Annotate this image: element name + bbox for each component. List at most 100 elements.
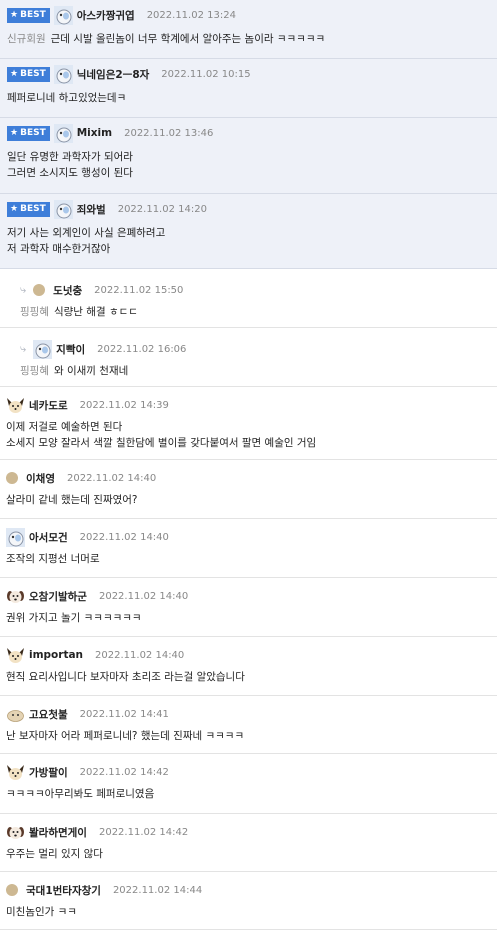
comment-header: ★ BEST 아스카짱귀엽 2022.11.02 13:24 [7,5,489,25]
comment-nickname[interactable]: 가방팔이 [29,765,68,780]
reply-mention[interactable]: 핑핑혜 [20,365,49,377]
comment-line: 조작의 지평선 너머로 [6,551,489,567]
comment-body: 조작의 지평선 너머로 [6,551,489,567]
comment-header: 오참기발하군 2022.11.02 14:40 [6,586,489,606]
comment-text: 일단 유명한 과학자가 되어라 [7,151,133,163]
comment-date: 2022.11.02 14:40 [95,649,185,661]
comment: 국대1번타자창기 2022.11.02 14:44 미친놈인가 ㅋㅋ [0,872,497,930]
comment-nickname[interactable]: importan [29,649,83,661]
comment-nickname[interactable]: 이채영 [26,471,55,486]
comment-text: 현직 요리사입니다 보자마자 초리조 라는걸 알았습니다 [6,671,245,683]
comment-line: 핑핑혜 식량난 해결 ㅎㄷㄷ [20,304,489,320]
comment-header: ⤷ 지빡이 2022.11.02 16:06 [20,339,489,359]
comment-line: 난 보자마자 어라 페퍼로니네? 했는데 진짜네 ㅋㅋㅋㅋ [6,728,489,744]
comment-line: 일단 유명한 과학자가 되어라 [7,149,489,165]
comment-date: 2022.11.02 13:46 [124,127,214,139]
reply-mention[interactable]: 신규회원 [7,33,46,45]
comment-line: 소세지 모양 잘라서 색깔 칠한담에 별이를 갖다붙여서 팔면 예술인 거임 [6,435,489,451]
comment-header: 아서모건 2022.11.02 14:40 [6,527,489,547]
best-badge: ★ BEST [7,125,50,141]
best-comment: ★ BEST Mixim 2022.11.02 13:46 일단 유명한 과학자가 되어… [0,118,497,194]
comment-header: 봘라하면게이 2022.11.02 14:42 [6,822,489,842]
puppy-icon [6,587,25,606]
reply-comment: ⤷ 도넛충 2022.11.02 15:50 핑핑혜 식량난 해결 ㅎㄷㄷ [0,269,497,328]
comment-nickname[interactable]: 국대1번타자창기 [26,883,101,898]
comment-line: 이제 저걸로 예술하면 된다 [6,419,489,435]
comment-date: 2022.11.02 14:41 [79,708,169,720]
comment-body: 페퍼로니네 하고있었는데ㅋ [7,90,489,106]
comment-text: 미친놈인가 ㅋㅋ [6,906,77,918]
comment-body: 난 보자마자 어라 페퍼로니네? 했는데 진짜네 ㅋㅋㅋㅋ [6,728,489,744]
comment-list: ★ BEST 아스카짱귀엽 2022.11.02 13:24 신규회원 근데 시발 올린놈… [0,0,497,930]
best-badge-label: BEST [20,128,46,138]
reply-mention[interactable]: 핑핑혜 [20,306,49,318]
comment-date: 2022.11.02 14:40 [66,472,157,484]
best-badge-label: BEST [20,10,46,20]
best-comment: ★ BEST 죄와벌 2022.11.02 14:20 저기 사는 외계인이 사실 은폐… [0,194,497,269]
comment-nickname[interactable]: 봘라하면게이 [29,825,87,840]
fox-icon [6,396,25,415]
comment-text: 이제 저걸로 예술하면 된다 [6,421,123,433]
best-comment: ★ BEST 아스카짱귀엽 2022.11.02 13:24 신규회원 근데 시발 올린놈… [0,0,497,59]
best-badge: ★ BEST [7,7,50,23]
comment-line: 그러면 소시지도 행성이 된다 [7,165,489,181]
dot-icon [33,284,46,296]
dot-icon [6,472,18,484]
comment-text: 살라미 같네 했는데 진짜였어? [6,494,138,506]
comment-line: 저 과학자 매수한거잖아 [7,241,489,257]
star-icon: ★ [10,69,19,79]
comment-header: ★ BEST 죄와벌 2022.11.02 14:20 [7,199,489,219]
mole-icon [53,199,73,219]
comment-body: 핑핑혜 식량난 해결 ㅎㄷㄷ [20,304,489,320]
best-badge: ★ BEST [7,201,50,217]
comment-header: ★ BEST Mixim 2022.11.02 13:46 [7,123,489,143]
comment-text: 조작의 지평선 너머로 [6,553,100,565]
comment-nickname[interactable]: 오참기발하군 [29,589,87,604]
reply-comment: ⤷ 지빡이 2022.11.02 16:06 핑핑혜 와 이새끼 천재네 [0,328,497,387]
fox-icon [6,763,25,782]
comment-header: ★ BEST 닉네임은2ㅡ8자 2022.11.02 10:15 [7,64,489,84]
comment-line: 저기 사는 외계인이 사실 은폐하려고 [7,225,489,241]
comment-date: 2022.11.02 14:42 [79,766,169,778]
comment-nickname[interactable]: 죄와벌 [77,202,106,217]
comment-nickname[interactable]: 닉네임은2ㅡ8자 [77,67,150,82]
reply-arrow-icon: ⤷ [20,342,27,355]
comment-nickname[interactable]: 네카도로 [29,398,68,413]
comment-nickname[interactable]: 지빡이 [56,342,85,357]
comment-line: 페퍼로니네 하고있었는데ㅋ [7,90,489,106]
comment-date: 2022.11.02 14:39 [79,399,169,411]
comment-header: 가방팔이 2022.11.02 14:42 [6,762,489,782]
comment-line: 현직 요리사입니다 보자마자 초리조 라는걸 알았습니다 [6,669,489,685]
comment-header: 네카도로 2022.11.02 14:39 [6,395,489,415]
comment: 오참기발하군 2022.11.02 14:40 권위 가지고 놀기 ㅋㅋㅋㅋㅋㅋ [0,578,497,637]
comment-nickname[interactable]: 아스카짱귀엽 [77,8,135,23]
comment-nickname[interactable]: 아서모건 [29,530,68,545]
comment-nickname[interactable]: Mixim [77,127,112,139]
best-badge-label: BEST [20,204,46,214]
comment-text: 소세지 모양 잘라서 색깔 칠한담에 별이를 갖다붙여서 팔면 예술인 거임 [6,437,317,449]
comment: 고요첫불 2022.11.02 14:41 난 보자마자 어라 페퍼로니네? 했는데… [0,696,497,754]
comment-date: 2022.11.02 10:15 [161,68,251,80]
comment-line: 우주는 멀리 있지 않다 [6,846,489,862]
comment-text: 와 이새끼 천재네 [53,365,129,377]
comment-date: 2022.11.02 14:40 [98,590,189,602]
comment-text: 권위 가지고 놀기 ㅋㅋㅋㅋㅋㅋ [6,612,142,624]
comment-text: 우주는 멀리 있지 않다 [6,848,103,860]
comment-nickname[interactable]: 고요첫불 [29,707,68,722]
comment-date: 2022.11.02 15:50 [94,284,184,296]
comment-date: 2022.11.02 13:24 [146,9,236,21]
blob-icon [6,705,25,724]
best-badge: ★ BEST [7,66,50,82]
comment-line: 신규회원 근데 시발 올린놈이 너무 학계에서 알아주는 놈이라 ㅋㅋㅋㅋㅋ [7,31,489,47]
comment-body: 살라미 같네 했는데 진짜였어? [6,492,489,508]
comment-text: 그러면 소시지도 행성이 된다 [7,167,133,179]
comment-body: 현직 요리사입니다 보자마자 초리조 라는걸 알았습니다 [6,669,489,685]
comment-nickname[interactable]: 도넛충 [53,283,82,298]
comment-body: ㅋㅋㅋㅋ아무리봐도 페퍼로니였음 [6,786,489,802]
comment-date: 2022.11.02 14:42 [98,826,189,838]
best-badge-label: BEST [20,69,46,79]
comment-date: 2022.11.02 16:06 [97,343,187,355]
comment-body: 우주는 멀리 있지 않다 [6,846,489,862]
comment: 아서모건 2022.11.02 14:40 조작의 지평선 너머로 [0,519,497,578]
comment-header: 국대1번타자창기 2022.11.02 14:44 [6,880,489,900]
